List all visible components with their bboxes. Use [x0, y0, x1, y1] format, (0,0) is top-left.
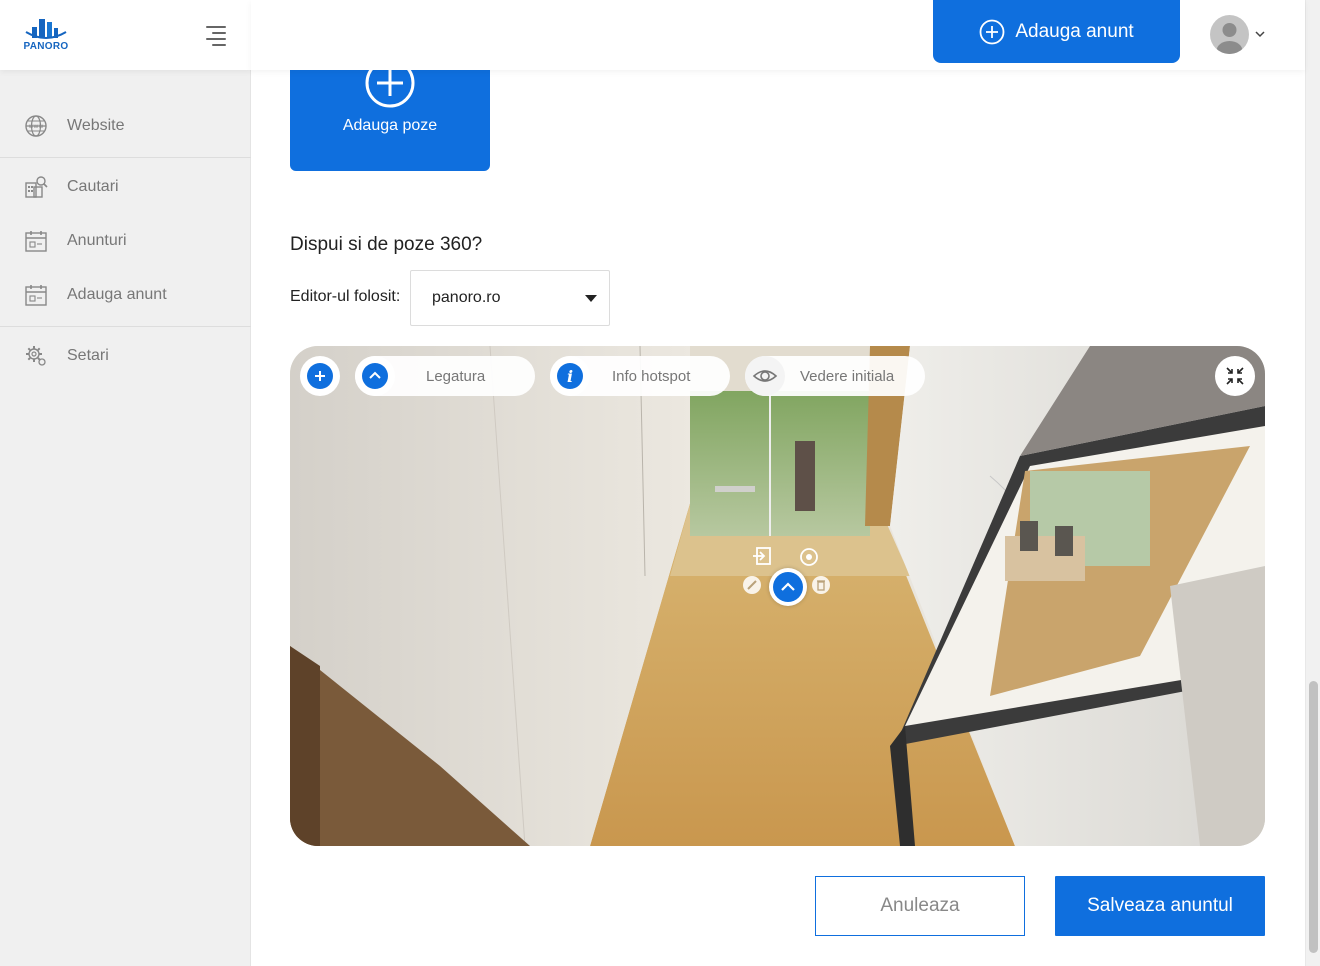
globe-icon: www	[25, 115, 47, 137]
chevron-up-icon	[773, 572, 803, 602]
minimize-icon	[1226, 367, 1244, 385]
link-hotspot-marker[interactable]	[769, 568, 807, 606]
panorama-viewer[interactable]: Legatura i Info hotspot Vedere initiala	[290, 346, 1265, 846]
sidebar: PANORO www Website Cautari Anunturi Adau…	[0, 0, 251, 966]
cancel-button[interactable]: Anuleaza	[815, 876, 1025, 936]
editor-label: Editor-ul folosit:	[290, 288, 401, 305]
add-ad-button[interactable]: Adauga anunt	[933, 0, 1180, 63]
info-hotspot-icon-wrap: i	[550, 356, 590, 396]
info-hotspot-tool[interactable]: i Info hotspot	[550, 356, 730, 396]
question-360: Dispui si de poze 360?	[290, 234, 483, 255]
building-search-icon	[25, 176, 48, 198]
sidebar-item-cautari[interactable]: Cautari	[0, 160, 251, 214]
info-hotspot-label: Info hotspot	[612, 367, 691, 385]
chevron-up-icon	[362, 363, 388, 389]
save-ad-button[interactable]: Salveaza anuntul	[1055, 876, 1265, 936]
avatar[interactable]	[1210, 15, 1249, 54]
sidebar-item-label: Setari	[67, 347, 109, 364]
add-hotspot-button[interactable]	[300, 356, 340, 396]
sidebar-item-website[interactable]: www Website	[0, 99, 251, 153]
info-icon: i	[557, 363, 583, 389]
svg-text:www: www	[29, 123, 44, 130]
sidebar-item-adauga-anunt[interactable]: Adauga anunt	[0, 268, 251, 322]
page-scrollbar[interactable]	[1305, 0, 1320, 966]
chevron-down-icon[interactable]	[1254, 28, 1266, 40]
top-header: Adauga anunt	[251, 0, 1305, 70]
editor-selected-value: panoro.ro	[432, 289, 501, 306]
link-hotspot-label: Legatura	[426, 367, 486, 385]
link-hotspot-tool[interactable]: Legatura	[355, 356, 535, 396]
sidebar-header: PANORO	[0, 0, 251, 70]
menu-toggle-icon[interactable]	[204, 24, 226, 46]
caret-down-icon	[585, 295, 597, 302]
exit-fullscreen-button[interactable]	[1215, 356, 1255, 396]
initial-view-label: Vedere initiala	[800, 367, 895, 385]
logo[interactable]: PANORO	[23, 16, 69, 56]
calendar-add-icon	[25, 285, 47, 306]
add-photos-label: Adauga poze	[342, 117, 438, 134]
divider	[0, 157, 251, 158]
rotate-icon[interactable]	[799, 547, 819, 567]
sidebar-item-setari[interactable]: Setari	[0, 329, 251, 383]
enter-link-icon[interactable]	[752, 546, 772, 566]
divider	[0, 326, 251, 327]
calendar-icon	[25, 231, 47, 252]
sidebar-item-anunturi[interactable]: Anunturi	[0, 214, 251, 268]
scrollbar-thumb[interactable]	[1309, 681, 1318, 953]
sidebar-item-label: Website	[67, 117, 125, 134]
sidebar-item-label: Cautari	[67, 178, 119, 195]
initial-view-tool[interactable]: Vedere initiala	[745, 356, 925, 396]
sidebar-item-label: Adauga anunt	[67, 286, 167, 303]
add-ad-label: Adauga anunt	[1015, 20, 1134, 42]
gear-icon	[26, 346, 46, 366]
plus-icon	[307, 363, 333, 389]
trash-icon[interactable]	[811, 575, 831, 595]
plus-circle-icon	[979, 19, 1005, 44]
link-hotspot-icon-wrap	[355, 356, 395, 396]
sidebar-item-label: Anunturi	[67, 232, 127, 249]
initial-view-icon-wrap	[745, 356, 785, 396]
logo-text: PANORO	[23, 41, 69, 52]
editor-select[interactable]: panoro.ro	[410, 270, 610, 326]
logo-icon	[25, 19, 67, 39]
edit-icon[interactable]	[742, 575, 762, 595]
eye-icon	[752, 370, 778, 382]
user-avatar-icon	[1216, 23, 1243, 54]
